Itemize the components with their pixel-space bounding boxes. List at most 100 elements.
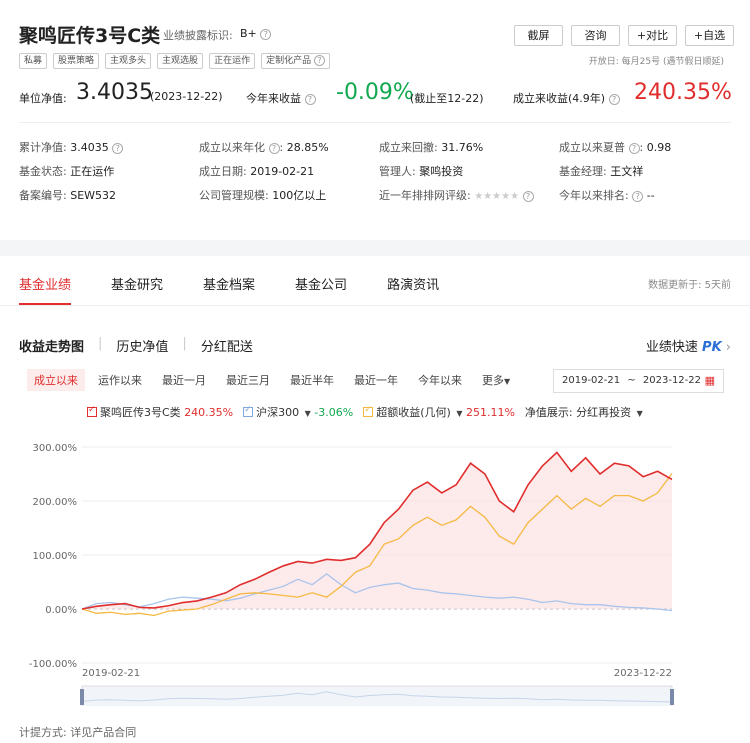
legend-fund[interactable]: 聚鸣匠传3号C类 240.35% [87, 404, 233, 420]
footnote: 计提方式: 详见产品合同 [19, 726, 137, 739]
drawdown: 成立来回撤: 31.76% [379, 141, 484, 154]
checkbox-icon [363, 405, 374, 417]
record-no: 备案编号: SEW532 [19, 189, 117, 202]
tilde: ~ [627, 375, 636, 386]
ytd-label: 今年来收益 ? [246, 90, 316, 106]
performance-chart[interactable]: 300.00% 200.00% 100.00% 0.00% -100.00% 2019-0… [0, 436, 750, 706]
tag: 主观多头 [105, 53, 152, 69]
range-more[interactable]: 更多▼ [475, 369, 517, 391]
checkbox-icon [243, 405, 254, 417]
range-selector: 成立以来 运作以来 最近一月 最近三月 最近半年 最近一年 今年以来 更多▼ [27, 369, 523, 391]
subtab-trend[interactable]: 收益走势图 [19, 336, 84, 355]
star-rating-icon: ★★★★★ [474, 191, 520, 202]
range-6m[interactable]: 最近半年 [283, 369, 341, 391]
cum-nav: 累计净值: 3.4035 ? [19, 139, 124, 155]
pm-link[interactable]: 王文祥 [610, 165, 643, 178]
calendar-icon[interactable]: ▦ [705, 374, 715, 387]
help-icon[interactable]: ? [632, 191, 644, 202]
divider [0, 305, 750, 306]
tab-archive[interactable]: 基金档案 [203, 274, 255, 293]
date-from[interactable]: 2019-02-21 [562, 375, 620, 386]
tag: 主观选股 [157, 53, 204, 69]
manager-link[interactable]: 聚鸣投资 [419, 165, 463, 178]
quick-pk-link[interactable]: 业绩快速 PK › [646, 336, 731, 355]
main-tabs: 基金业绩 基金研究 基金档案 基金公司 路演资讯 [19, 274, 479, 293]
range-navigator[interactable] [81, 685, 673, 706]
caret-down-icon: ▼ [304, 409, 311, 418]
tab-company[interactable]: 基金公司 [295, 274, 347, 293]
nav-date: (2023-12-22) [150, 90, 223, 103]
fund-summary-card: 聚鸣匠传3号C类 业绩披露标识: B+ ? 私募 股票策略 主观多头 主观选股 … [0, 0, 750, 240]
subtab-dividend[interactable]: 分红配送 [201, 336, 253, 355]
fund-title: 聚鸣匠传3号C类 [19, 25, 161, 47]
checkbox-icon [87, 405, 97, 417]
watchlist-button[interactable]: +自选 [685, 25, 734, 46]
help-icon[interactable]: ? [304, 94, 316, 105]
chart-legend: 聚鸣匠传3号C类 240.35% 沪深300 ▼ -3.06% 超额收益(几何)… [87, 404, 643, 420]
compare-button[interactable]: +对比 [628, 25, 677, 46]
separator: | [98, 336, 103, 351]
tag: 定制化产品 ? [261, 53, 330, 69]
caret-down-icon: ▼ [456, 409, 463, 418]
y-tick-label: 200.00% [33, 497, 78, 508]
fund-status: 基金状态: 正在运作 [19, 165, 115, 178]
nav-display[interactable]: 净值展示: 分红再投资 ▼ [525, 404, 643, 420]
since-label: 成立来收益(4.9年) ? [513, 90, 620, 106]
date-to[interactable]: 2023-12-22 [643, 375, 701, 386]
ytd-value: -0.09% [336, 80, 414, 105]
manager: 管理人: 聚鸣投资 [379, 165, 464, 178]
rating: 近一年排排网评级: ★★★★★ ? [379, 187, 534, 203]
range-since-inception[interactable]: 成立以来 [27, 369, 85, 391]
navigator-handle-left[interactable] [80, 689, 84, 705]
range-3m[interactable]: 最近三月 [219, 369, 277, 391]
tag: 正在运作 [209, 53, 256, 69]
annualized: 成立以来年化 ?: 28.85% [199, 141, 329, 154]
x-tick-label: 2023-12-22 [614, 668, 672, 679]
action-buttons: 截屏 咨询 +对比 +自选 [514, 25, 734, 46]
legend-index[interactable]: 沪深300 ▼ -3.06% [243, 404, 353, 420]
tag-row: 私募 股票策略 主观多头 主观选股 正在运作 定制化产品 ? [19, 53, 330, 69]
nav-label: 单位净值: [19, 92, 67, 105]
range-since-operation[interactable]: 运作以来 [91, 369, 149, 391]
divider [19, 122, 731, 123]
data-update: 数据更新于: 5天前 [648, 280, 731, 291]
caret-down-icon: ▼ [636, 409, 643, 418]
inception-date: 成立日期: 2019-02-21 [199, 165, 315, 178]
chevron-right-icon: › [725, 340, 731, 355]
disclosure-value: B+ ? [240, 27, 272, 40]
caret-down-icon: ▼ [504, 377, 511, 386]
screenshot-button[interactable]: 截屏 [514, 25, 563, 46]
disclosure-label: 业绩披露标识: [163, 29, 233, 42]
help-icon[interactable]: ? [260, 29, 272, 40]
company-scale: 公司管理规模: 100亿以上 [199, 189, 327, 202]
y-tick-label: 300.00% [33, 443, 78, 454]
range-1m[interactable]: 最近一月 [155, 369, 213, 391]
tab-roadshow[interactable]: 路演资讯 [387, 274, 439, 293]
since-value: 240.35% [634, 80, 732, 105]
help-icon[interactable]: ? [313, 55, 325, 66]
x-tick-label: 2019-02-21 [82, 668, 140, 679]
tab-performance[interactable]: 基金业绩 [19, 274, 71, 293]
help-icon[interactable]: ? [112, 143, 124, 154]
separator: | [182, 336, 187, 351]
date-range-picker[interactable]: 2019-02-21 ~ 2023-12-22 ▦ [553, 369, 724, 393]
consult-button[interactable]: 咨询 [571, 25, 620, 46]
ytd-date: (截止至12-22) [410, 92, 484, 105]
open-day: 开放日: 每月25号 (遇节假日顺延) [588, 57, 724, 67]
tab-research[interactable]: 基金研究 [111, 274, 163, 293]
legend-excess[interactable]: 超额收益(几何) ▼ 251.11% [363, 404, 515, 420]
help-icon[interactable]: ? [628, 143, 640, 154]
help-icon[interactable]: ? [608, 94, 620, 105]
subtab-history-nav[interactable]: 历史净值 [116, 336, 168, 355]
range-ytd[interactable]: 今年以来 [411, 369, 469, 391]
help-icon[interactable]: ? [522, 191, 534, 202]
navigator-handle-right[interactable] [670, 689, 674, 705]
portfolio-manager: 基金经理: 王文祥 [559, 165, 644, 178]
help-icon[interactable]: ? [268, 143, 280, 154]
range-1y[interactable]: 最近一年 [347, 369, 405, 391]
performance-card: 基金业绩 基金研究 基金档案 基金公司 路演资讯 数据更新于: 5天前 收益走势… [0, 256, 750, 743]
y-tick-label: 100.00% [33, 551, 78, 562]
nav-value: 3.4035 [76, 80, 153, 105]
y-tick-label: -100.00% [29, 659, 77, 670]
tag: 股票策略 [53, 53, 100, 69]
